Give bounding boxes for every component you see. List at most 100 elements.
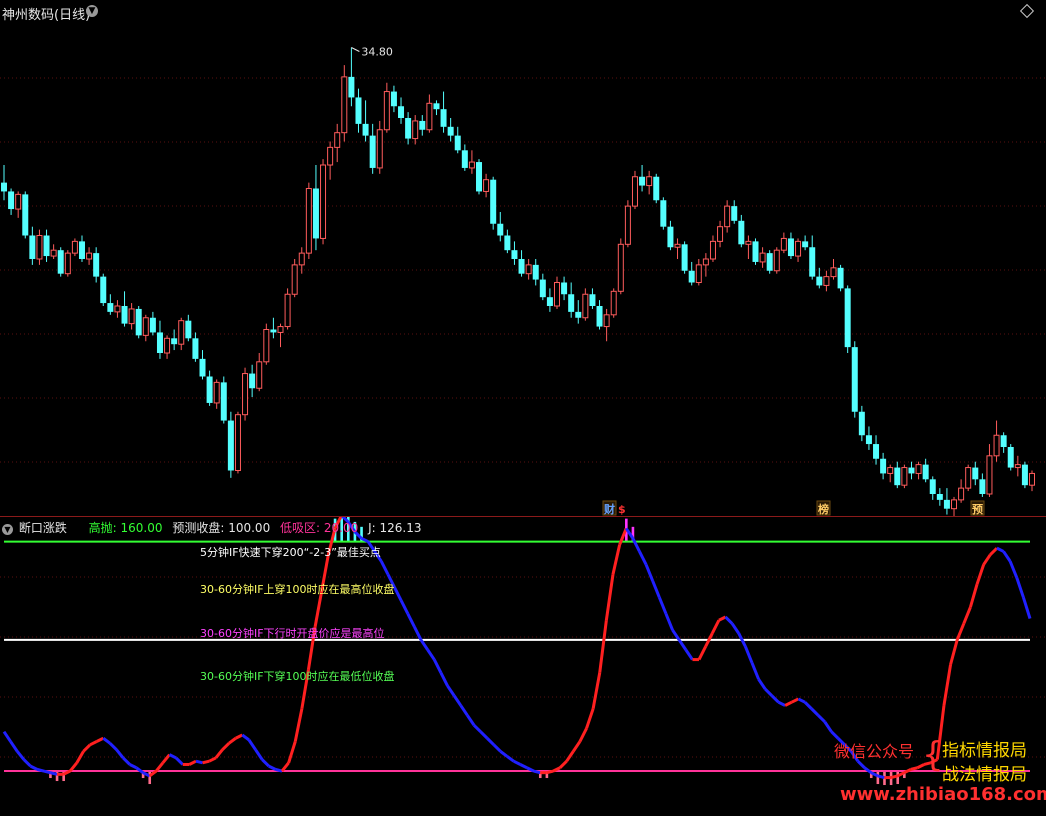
candle-body [865, 435, 872, 445]
j-line-segment [115, 748, 125, 759]
j-line-segment [803, 701, 813, 710]
candle-body [78, 241, 85, 259]
candle-body [674, 243, 681, 248]
marker-text: 财 [603, 502, 615, 516]
j-line-segment [671, 629, 681, 641]
j-line-segment [69, 761, 78, 772]
candle-body [206, 376, 213, 403]
candle-body [993, 434, 1000, 457]
candle-body [589, 294, 596, 306]
j-line-segment [486, 737, 495, 746]
j-line-segment [75, 750, 85, 764]
high-pointer [351, 47, 360, 52]
candle-body [277, 326, 284, 333]
j-line-segment [241, 733, 250, 742]
j-line-segment [293, 708, 304, 742]
oversold-bar [148, 771, 152, 785]
j-line-segment [611, 544, 622, 575]
j-line-segment [49, 771, 58, 776]
j-line-segment [29, 764, 38, 771]
marker-forecast[interactable]: 预 [970, 500, 985, 516]
j-line-segment [155, 761, 165, 772]
j-line-segment [1015, 577, 1025, 598]
candle-body [958, 487, 965, 501]
indicator-toggle-icon[interactable]: ▼ [2, 524, 13, 535]
marker-text: $ [618, 503, 626, 516]
candle-body [709, 240, 716, 260]
j-line-segment [598, 620, 608, 673]
candle-body [398, 106, 405, 118]
j-line-segment [208, 756, 217, 763]
candle-body [837, 267, 844, 289]
candle-body [249, 373, 256, 389]
j-line-segment [122, 756, 131, 766]
candle-body [546, 297, 553, 306]
candle-body [362, 123, 369, 136]
candle-body [695, 264, 702, 283]
oversold-bar [55, 771, 59, 782]
candle-body [830, 267, 837, 278]
dropdown-arrow-icon[interactable]: ▼ [86, 5, 98, 17]
j-line-segment [287, 741, 297, 764]
candle-body [1029, 472, 1035, 486]
candle-body [1, 182, 7, 192]
candle-body [185, 320, 192, 339]
j-line-segment [313, 590, 324, 628]
annotation-5min-buy: 5分钟IF快速下穿200“-2-3”最佳买点 [200, 545, 381, 559]
candle-body [298, 252, 305, 266]
candle-body [100, 276, 107, 304]
candle-body [447, 126, 454, 136]
candle-body [951, 499, 958, 510]
candle-body [192, 338, 199, 359]
candle-body [681, 244, 688, 271]
indicator-field-j: J: 126.13 [368, 521, 422, 535]
j-line-segment [36, 767, 45, 773]
j-line-segment [791, 697, 799, 704]
price-pane[interactable]: 34.8020.15财$榜预 [0, 24, 1046, 528]
candle-body [631, 176, 638, 207]
j-line-segment [638, 550, 648, 566]
marker-ranking[interactable]: 榜 [816, 500, 831, 516]
candle-body [355, 97, 362, 124]
j-line-segment [631, 537, 641, 553]
j-line-segment [684, 648, 694, 661]
candle-body [121, 306, 128, 324]
j-line-segment [823, 721, 833, 733]
j-line-segment [651, 580, 661, 598]
j-line-segment [96, 736, 104, 743]
candle-body [71, 240, 78, 254]
candle-body [171, 338, 178, 345]
candle-body [483, 179, 490, 192]
candle-body [86, 252, 93, 260]
candle-body [568, 294, 575, 312]
candle-body [369, 135, 376, 168]
diamond-icon[interactable] [1019, 3, 1035, 19]
candle-body [603, 314, 610, 328]
marker-finance[interactable]: 财 [602, 500, 617, 516]
marker-dollar[interactable]: $ [617, 501, 630, 516]
candle-body [851, 347, 858, 412]
j-line-segment [644, 563, 655, 582]
j-line-segment [268, 764, 277, 771]
candlestick-chart[interactable]: 34.8020.15财$榜预 [0, 24, 1046, 528]
candle-body [901, 467, 908, 486]
watermark: 微信公众号 { 指标情报局 战法情报局 www.zhibiao168.com [830, 736, 1046, 808]
indicator-field-low: 低吸区: 20.00 [280, 521, 359, 535]
j-line-segment [817, 714, 826, 723]
marker-text: 榜 [818, 502, 829, 516]
candle-body [64, 252, 71, 275]
j-line-segment [168, 753, 177, 760]
j-line-segment [406, 613, 416, 628]
annotation-open-high: 30-60分钟IF下行时开盘价应是最高位 [200, 626, 385, 640]
candle-body [291, 264, 298, 295]
j-line-segment [479, 730, 489, 740]
candle-body [908, 467, 915, 474]
candle-body [390, 91, 397, 107]
candle-body [1014, 464, 1021, 469]
j-line-segment [743, 645, 754, 664]
j-line-segment [188, 759, 197, 766]
candle-body [263, 329, 270, 363]
candle-body [561, 282, 568, 295]
candle-body [752, 241, 759, 262]
candle-body [284, 293, 291, 328]
